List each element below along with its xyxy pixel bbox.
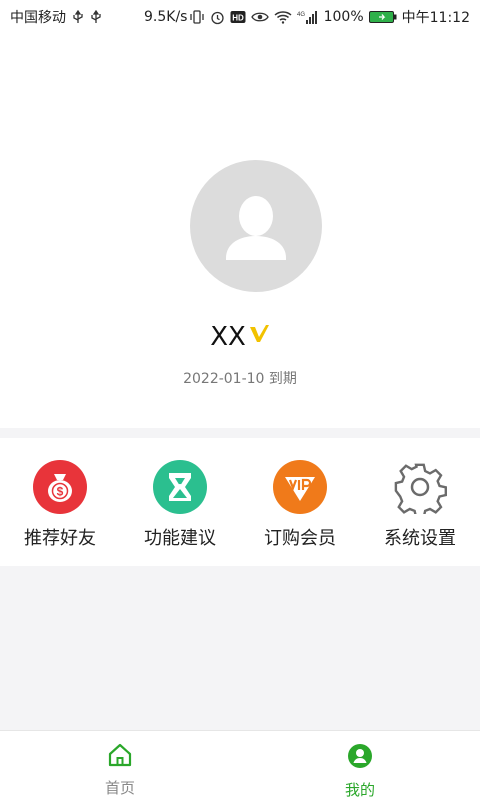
menu-label: 功能建议 (144, 528, 216, 549)
svg-text:HD: HD (232, 14, 244, 23)
network-speed: 9.5K/s (144, 9, 188, 25)
home-icon (107, 743, 133, 771)
nav-label: 首页 (104, 779, 135, 797)
profile-section: XX 2022-01-10 到期 (0, 34, 480, 428)
eye-icon (250, 11, 269, 23)
alarm-icon (210, 10, 225, 25)
battery-percent: 100% (323, 9, 364, 25)
menu-item-suggestions[interactable]: 功能建议 (120, 438, 240, 566)
vibrate-icon (189, 10, 205, 24)
clock-time: 中午11:12 (401, 10, 470, 26)
menu-label: 订购会员 (264, 528, 336, 549)
user-icon (347, 743, 373, 773)
hd-icon: HD (230, 10, 246, 24)
signal-icon: 4G (297, 10, 319, 24)
nav-item-home[interactable]: 首页 (0, 731, 240, 800)
nav-label: 我的 (344, 781, 375, 799)
carrier-name: 中国移动 (10, 10, 66, 26)
username-row: XX (0, 322, 480, 352)
menu-label: 推荐好友 (24, 528, 96, 549)
usb-icon (90, 10, 102, 24)
empty-content-area (0, 566, 480, 730)
menu-item-system-settings[interactable]: 系统设置 (360, 438, 480, 566)
membership-expire-date: 2022-01-10 到期 (183, 371, 297, 387)
menu-item-subscribe-vip[interactable]: 订购会员 (240, 438, 360, 566)
svg-text:$: $ (57, 485, 64, 499)
function-menu: $ 推荐好友 功能建议 订购会员 系统设置 (0, 438, 480, 566)
username: XX (210, 322, 246, 352)
section-divider (0, 428, 480, 438)
usb-icon (72, 10, 84, 24)
status-bar: 中国移动 9.5K/s HD 4G 100% 中午11:12 (0, 0, 480, 34)
wifi-icon (274, 10, 292, 24)
menu-label: 系统设置 (384, 528, 456, 549)
nav-item-mine[interactable]: 我的 (240, 731, 480, 800)
menu-item-recommend-friends[interactable]: $ 推荐好友 (0, 438, 120, 566)
avatar[interactable] (190, 160, 322, 292)
gear-icon (393, 460, 447, 514)
suggestion-icon (153, 460, 207, 514)
user-silhouette-icon (226, 196, 286, 260)
svg-text:4G: 4G (297, 12, 305, 18)
vip-shield-icon (273, 460, 327, 514)
money-bag-icon: $ (33, 460, 87, 514)
vip-v-icon (248, 324, 270, 344)
battery-icon (368, 10, 397, 24)
bottom-nav: 首页 我的 (0, 730, 480, 800)
